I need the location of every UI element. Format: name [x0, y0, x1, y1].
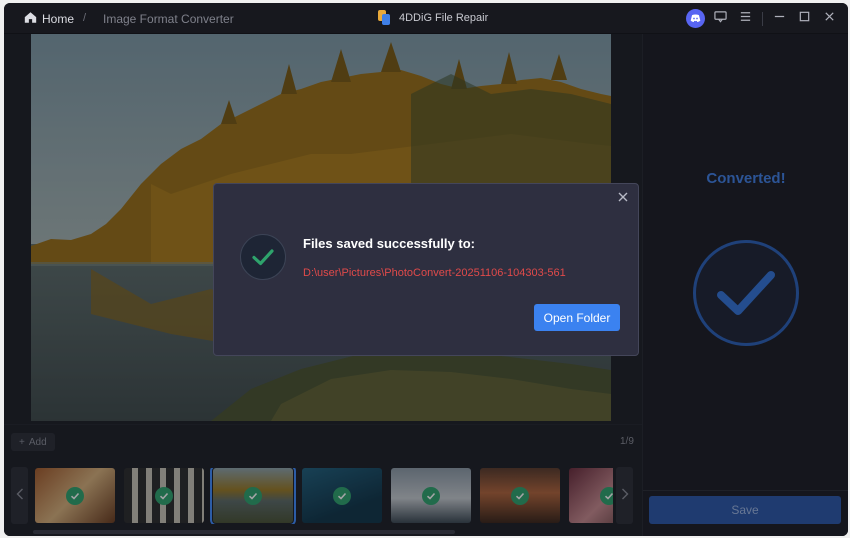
home-label: Home [42, 12, 75, 26]
window-controls [683, 3, 848, 34]
thumbnail-item[interactable] [302, 468, 382, 523]
close-button[interactable] [817, 3, 842, 34]
check-icon [244, 486, 262, 505]
minimize-button[interactable] [767, 3, 792, 34]
title-bar: Home / Image Format Converter 4DDiG File… [4, 3, 848, 34]
close-icon [823, 10, 836, 28]
feedback-button[interactable] [708, 3, 733, 34]
chevron-left-icon [16, 487, 24, 505]
thumbnail-item[interactable] [124, 468, 204, 523]
close-icon [618, 192, 628, 202]
breadcrumb: Image Format Converter [103, 12, 234, 26]
thumbnail-strip [35, 468, 613, 524]
home-link[interactable]: Home [24, 11, 74, 27]
open-folder-button[interactable]: Open Folder [534, 304, 620, 331]
check-icon [333, 486, 351, 505]
home-icon [24, 11, 37, 27]
thumbnail-item[interactable] [35, 468, 115, 523]
breadcrumb-separator: / [83, 12, 87, 24]
thumbs-next-button[interactable] [616, 467, 633, 524]
page-counter: 1/9 [620, 436, 634, 447]
save-button[interactable]: Save [649, 496, 841, 524]
discord-icon [686, 9, 705, 28]
maximize-icon [798, 10, 811, 28]
panel-divider [643, 490, 848, 491]
success-check-icon [240, 234, 286, 280]
app-logo-icon [378, 10, 391, 25]
dialog-close-button[interactable] [616, 190, 630, 204]
check-icon [600, 486, 613, 505]
thumbnail-item[interactable] [391, 468, 471, 523]
discord-button[interactable] [683, 3, 708, 34]
strip-divider [4, 424, 642, 425]
app-title: 4DDiG File Repair [378, 10, 488, 25]
add-button[interactable]: + Add [11, 433, 55, 451]
check-icon [66, 486, 84, 505]
add-label: Add [28, 436, 47, 448]
dialog-title: Files saved successfully to: [303, 236, 475, 251]
chevron-right-icon [621, 487, 629, 505]
menu-icon [739, 10, 752, 28]
check-icon [155, 486, 173, 505]
thumbs-prev-button[interactable] [11, 467, 28, 524]
thumbnail-item[interactable] [480, 468, 560, 523]
converted-title: Converted! [706, 170, 786, 187]
menu-button[interactable] [733, 3, 758, 34]
maximize-button[interactable] [792, 3, 817, 34]
plus-icon: + [19, 436, 25, 448]
save-success-dialog: Files saved successfully to: D:\user\Pic… [213, 183, 639, 356]
minimize-icon [773, 10, 786, 28]
thumbnail-item[interactable] [569, 468, 613, 523]
feedback-icon [714, 10, 727, 28]
thumbnail-item-selected[interactable] [210, 468, 296, 524]
success-check-icon [693, 240, 799, 346]
saved-path-link[interactable]: D:\user\Pictures\PhotoConvert-20251106-1… [303, 267, 566, 279]
thumbnail-scrollbar[interactable] [33, 530, 455, 534]
check-icon [511, 486, 529, 505]
result-panel: Converted! Save [642, 34, 848, 536]
app-window: Home / Image Format Converter 4DDiG File… [4, 3, 848, 536]
check-icon [422, 486, 440, 505]
app-title-text: 4DDiG File Repair [399, 11, 489, 24]
titlebar-divider [762, 11, 763, 26]
